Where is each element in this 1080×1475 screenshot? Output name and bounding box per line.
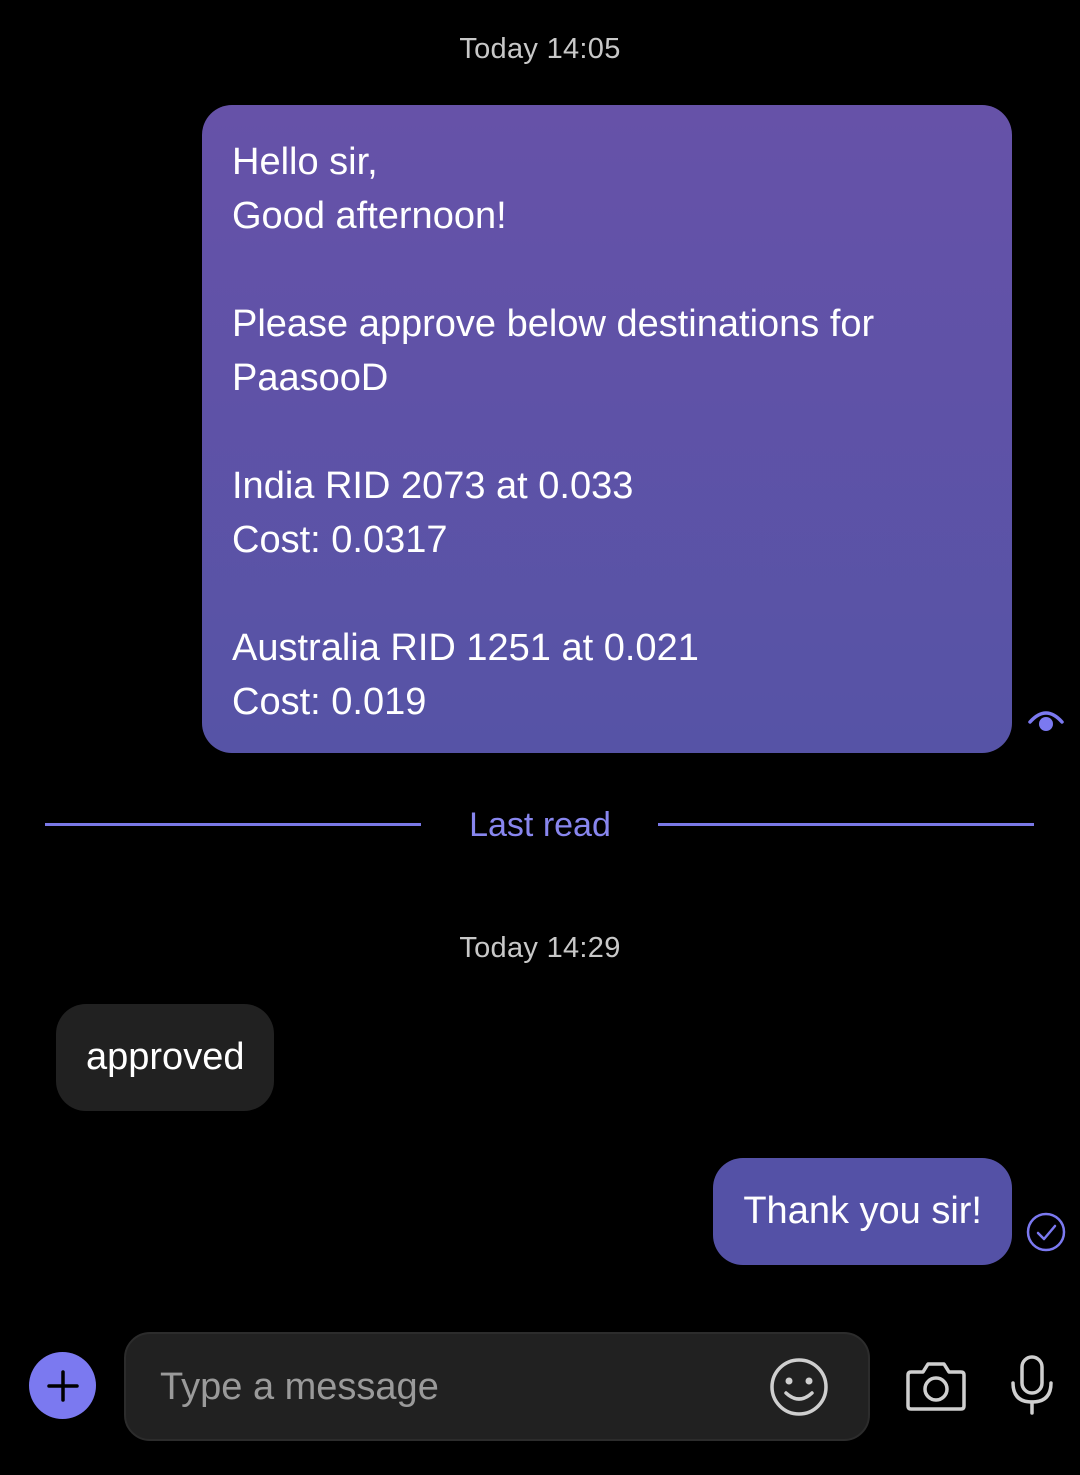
message-timestamp: Today 14:29 [459,932,621,964]
outgoing-message-bubble[interactable]: Thank you sir! [713,1158,1012,1265]
message-line [232,405,982,459]
last-read-divider-line [658,823,1034,826]
message-line: Hello sir, [232,141,378,183]
delivered-check-icon [1026,1212,1066,1252]
plus-icon [46,1369,79,1402]
outgoing-message-bubble[interactable]: Hello sir, Good afternoon! Please approv… [202,105,1012,753]
message-line [232,243,982,297]
message-text: approved [86,1036,245,1078]
message-line: Good afternoon! [232,195,507,237]
message-line: Cost: 0.019 [232,681,427,723]
message-timestamp: Today 14:05 [459,33,621,65]
message-line: Please approve below destinations for [232,303,875,345]
message-line: India RID 2073 at 0.033 [232,465,634,507]
emoji-icon[interactable] [768,1356,830,1418]
seen-eye-icon [1028,711,1064,731]
message-composer [124,1332,870,1441]
incoming-message-bubble[interactable]: approved [56,1004,275,1111]
message-line [232,567,982,621]
message-text: Thank you sir! [743,1190,982,1232]
message-line: Cost: 0.0317 [232,519,448,561]
attach-plus-button[interactable] [29,1352,96,1419]
message-line: Australia RID 1251 at 0.021 [232,627,699,669]
message-input[interactable] [158,1334,742,1441]
message-line: PaasooD [232,357,389,399]
camera-icon[interactable] [905,1356,967,1416]
microphone-icon[interactable] [1008,1354,1056,1416]
